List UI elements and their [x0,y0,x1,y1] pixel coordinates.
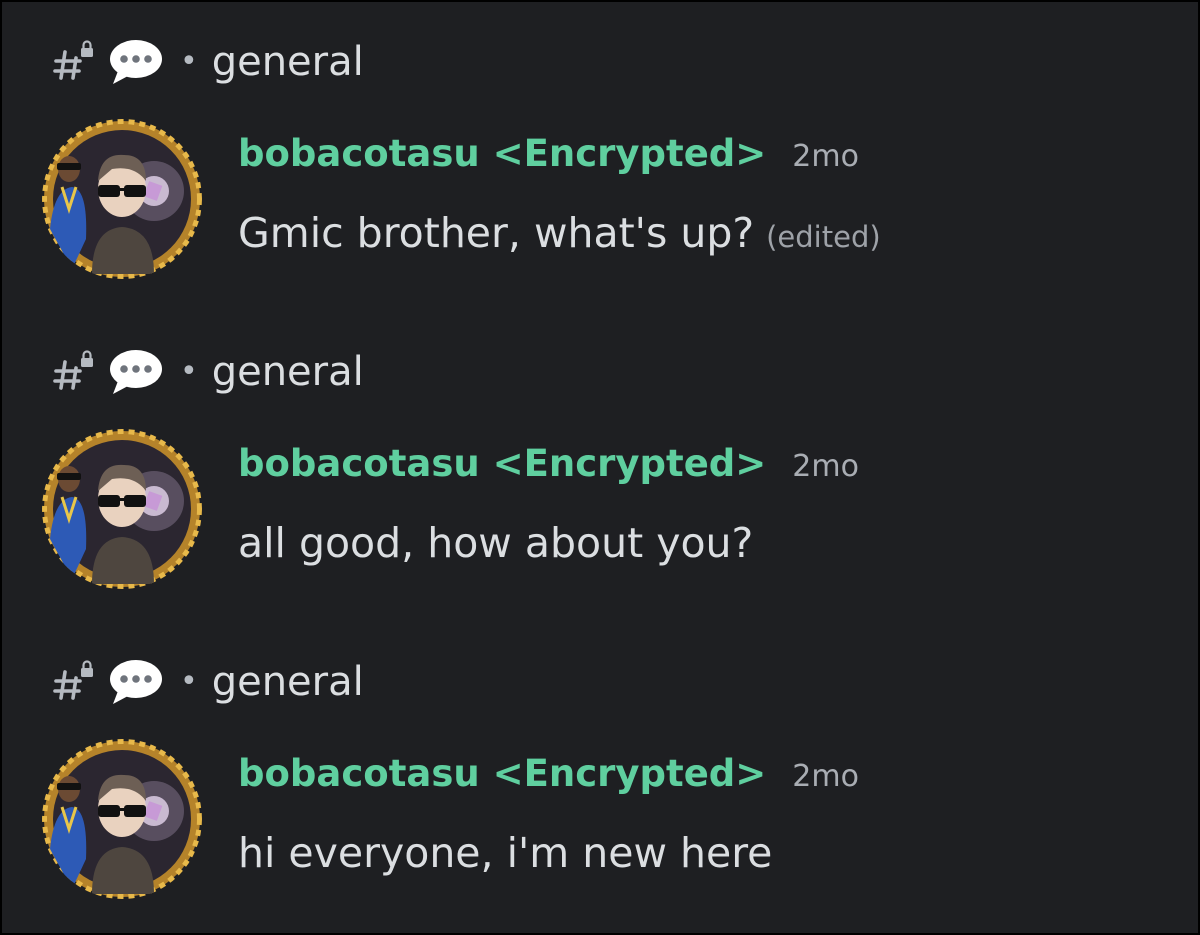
username[interactable]: bobacotasu <Encrypted> [238,132,766,175]
locked-hash-icon [52,40,96,84]
message-content: Gmic brother, what's up? (edited) [238,209,881,265]
message-meta: bobacotasu <Encrypted> 2mo [238,752,859,804]
message-meta: bobacotasu <Encrypted> 2mo [238,442,859,494]
message-result[interactable]: • general bobacotasu <Encrypted> 2mo [2,622,1198,932]
channel-name[interactable]: general [212,352,364,392]
timestamp: 2mo [792,449,859,484]
channel-name[interactable]: general [212,662,364,702]
search-results-panel: • general bobacotasu <Encrypted> 2mo Gmi… [0,0,1200,935]
separator-dot: • [180,44,198,79]
user-avatar[interactable] [42,739,202,899]
message-text: Gmic brother, what's up? [238,209,755,257]
username[interactable]: bobacotasu <Encrypted> [238,752,766,795]
channel-name[interactable]: general [212,42,364,82]
timestamp: 2mo [792,139,859,174]
username[interactable]: bobacotasu <Encrypted> [238,442,766,485]
message-text: hi everyone, i'm new here [238,829,773,877]
timestamp: 2mo [792,759,859,794]
separator-dot: • [180,354,198,389]
user-tag: <Encrypted> [492,442,767,485]
message-meta: bobacotasu <Encrypted> 2mo [238,132,859,184]
user-avatar[interactable] [42,429,202,589]
user-avatar[interactable] [42,119,202,279]
user-tag: <Encrypted> [492,752,767,795]
channel-header[interactable]: • general [52,32,364,92]
message-content: hi everyone, i'm new here [238,829,772,885]
channel-header[interactable]: • general [52,342,364,402]
edited-label: (edited) [766,220,881,254]
locked-hash-icon [52,660,96,704]
message-content: all good, how about you? [238,519,753,575]
user-tag: <Encrypted> [492,132,767,175]
speech-bubble-icon [110,350,162,394]
speech-bubble-icon [110,40,162,84]
locked-hash-icon [52,350,96,394]
message-result[interactable]: • general bobacotasu <Encrypted> 2mo [2,312,1198,622]
speech-bubble-icon [110,660,162,704]
separator-dot: • [180,664,198,699]
message-text: all good, how about you? [238,519,754,567]
channel-header[interactable]: • general [52,652,364,712]
message-result[interactable]: • general bobacotasu <Encrypted> 2mo [2,2,1198,312]
